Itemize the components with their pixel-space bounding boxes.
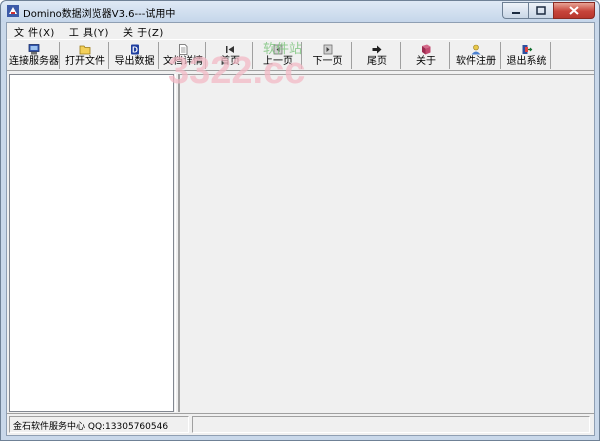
- computer-icon: [28, 44, 40, 55]
- window-controls: [502, 2, 595, 19]
- close-button[interactable]: [553, 2, 595, 19]
- last-page-button[interactable]: 尾页: [354, 42, 401, 69]
- menu-tools[interactable]: 工 具(Y): [62, 24, 116, 39]
- register-button[interactable]: 软件注册: [452, 42, 501, 69]
- close-icon: [569, 6, 579, 15]
- window-title: Domino数据浏览器V3.6---试用中: [23, 9, 176, 20]
- document-details-button[interactable]: 文档详情: [161, 42, 206, 69]
- prev-page-icon: [272, 44, 284, 55]
- register-label: 软件注册: [456, 56, 496, 67]
- status-text: 金石软件服务中心 QQ:13305760546: [9, 416, 189, 433]
- menu-bar: 文 件(X) 工 具(Y) 关 于(Z): [7, 23, 594, 39]
- app-window: Domino数据浏览器V3.6---试用中 文 件(X) 工 具(Y) 关 于(…: [0, 0, 600, 441]
- content-panel[interactable]: [179, 74, 594, 412]
- connect-server-button[interactable]: 连接服务器: [9, 42, 60, 69]
- exit-icon: [521, 44, 533, 55]
- last-page-icon: [371, 44, 383, 55]
- status-pane: [192, 416, 590, 433]
- last-page-label: 尾页: [367, 56, 387, 67]
- about-label: 关于: [416, 56, 436, 67]
- export-data-label: 导出数据: [114, 56, 155, 67]
- next-page-button[interactable]: 下一页: [304, 42, 352, 69]
- client-area: 文 件(X) 工 具(Y) 关 于(Z) 连接服务器 打开文件 D 导出数据 文…: [6, 22, 595, 436]
- exit-label: 退出系统: [506, 56, 547, 67]
- document-icon: [177, 44, 189, 55]
- svg-text:D: D: [132, 46, 138, 55]
- minimize-icon: [511, 11, 520, 14]
- minimize-button[interactable]: [502, 2, 528, 19]
- status-bar: 金石软件服务中心 QQ:13305760546: [7, 413, 594, 435]
- first-page-label: 首页: [220, 56, 240, 67]
- export-icon: D: [129, 44, 141, 55]
- first-page-button[interactable]: 首页: [208, 42, 253, 69]
- title-bar[interactable]: Domino数据浏览器V3.6---试用中: [1, 1, 599, 22]
- document-details-label: 文档详情: [163, 56, 203, 67]
- app-icon: [7, 5, 19, 17]
- book-icon: [420, 44, 432, 55]
- maximize-button[interactable]: [528, 2, 553, 19]
- exit-button[interactable]: 退出系统: [503, 42, 551, 69]
- open-file-button[interactable]: 打开文件: [62, 42, 109, 69]
- menu-file[interactable]: 文 件(X): [7, 24, 62, 39]
- folder-icon: [79, 44, 91, 55]
- maximize-icon: [536, 6, 546, 15]
- connect-server-label: 连接服务器: [9, 56, 59, 67]
- prev-page-button[interactable]: 上一页: [255, 42, 302, 69]
- register-icon: [470, 44, 482, 55]
- about-button[interactable]: 关于: [403, 42, 450, 69]
- toolbar: 连接服务器 打开文件 D 导出数据 文档详情 首页 上一页 下一页 尾页 关于 …: [7, 39, 594, 71]
- next-page-label: 下一页: [312, 56, 343, 67]
- prev-page-label: 上一页: [263, 56, 293, 67]
- open-file-label: 打开文件: [65, 56, 105, 67]
- first-page-icon: [224, 44, 236, 55]
- menu-about[interactable]: 关 于(Z): [116, 24, 171, 39]
- next-page-icon: [322, 44, 334, 55]
- tree-panel[interactable]: [9, 74, 174, 412]
- export-data-button[interactable]: D 导出数据: [111, 42, 159, 69]
